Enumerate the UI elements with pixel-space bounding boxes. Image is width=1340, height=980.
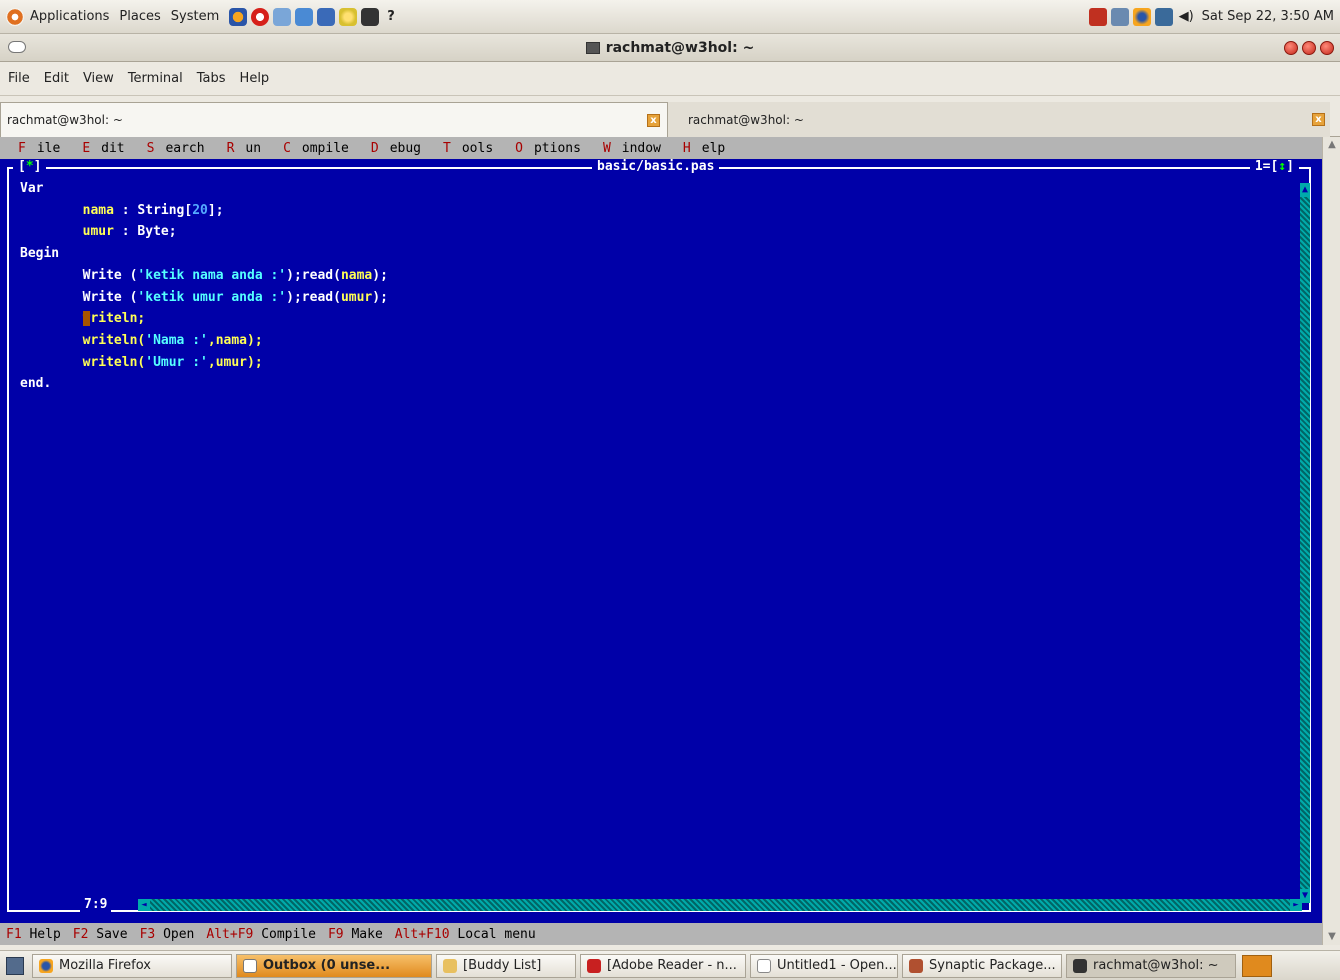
top-panel: Applications Places System ? ◀) Sat Sep …: [0, 0, 1340, 34]
editor-frame-top: [*] basic/basic.pas 1=[↕]: [7, 159, 1311, 175]
bottom-taskbar: Mozilla Firefox Outbox (0 unse... [Buddy…: [0, 950, 1340, 980]
tab-label: rachmat@w3hol: ~: [7, 113, 123, 127]
editor-close-box[interactable]: [*]: [13, 159, 47, 175]
wifi-icon[interactable]: [339, 7, 358, 26]
document-icon: [757, 958, 771, 973]
ide-menu-edit[interactable]: Edit: [82, 141, 135, 156]
menu-help[interactable]: Help: [240, 71, 270, 86]
workspace-switcher[interactable]: [1242, 954, 1272, 977]
terminal-scrollbar[interactable]: ▲ ▼: [1322, 137, 1340, 945]
terminal-icon[interactable]: [361, 7, 380, 26]
computer-tray-icon[interactable]: [1154, 7, 1173, 26]
ide-menu-window[interactable]: Window: [603, 141, 672, 156]
terminal-icon: [1073, 958, 1087, 973]
terminal-menubar: File Edit View Terminal Tabs Help: [0, 62, 1340, 96]
scroll-up-arrow-icon[interactable]: ▲: [1300, 183, 1310, 197]
volume-icon[interactable]: ◀): [1179, 9, 1194, 24]
scroll-left-arrow-icon[interactable]: ◄: [138, 899, 150, 911]
fpc-ide: File Edit Search Run Compile Debug Tools…: [0, 137, 1322, 945]
mail-icon: [243, 958, 257, 973]
scroll-right-arrow-icon[interactable]: ►: [1290, 899, 1302, 911]
adobe-reader-icon: [587, 958, 601, 973]
code-editor[interactable]: Var nama : String[20]; umur : Byte; Begi…: [20, 178, 388, 395]
editor-horizontal-scrollbar[interactable]: ◄ ►: [138, 899, 1302, 911]
terminal-tabbar: rachmat@w3hol: ~ x rachmat@w3hol: ~ x: [0, 96, 1340, 137]
system-menu[interactable]: System: [171, 9, 219, 24]
network-icon[interactable]: [273, 7, 292, 26]
ide-menu-run[interactable]: Run: [227, 141, 272, 156]
menu-terminal[interactable]: Terminal: [128, 71, 183, 86]
synaptic-icon: [909, 958, 923, 973]
help-icon[interactable]: ?: [387, 9, 395, 24]
scroll-down-icon[interactable]: ▼: [1326, 931, 1338, 943]
network-tray-icon[interactable]: [1110, 7, 1129, 26]
tab-close-icon[interactable]: x: [1312, 113, 1325, 126]
opera-icon[interactable]: [251, 7, 270, 26]
ide-menu-tools[interactable]: Tools: [443, 141, 504, 156]
ide-menu-debug[interactable]: Debug: [371, 141, 432, 156]
system-tray: ◀) Sat Sep 22, 3:50 AM: [1085, 7, 1334, 26]
close-button[interactable]: [1320, 41, 1334, 55]
cursor-position: 7:9: [80, 897, 112, 913]
pidgin-icon: [443, 958, 457, 973]
terminal-title-icon: [585, 41, 600, 54]
ide-statusbar: F1 Help F2 Save F3 Open Alt+F9 Compile F…: [0, 923, 1322, 945]
editor-window-number[interactable]: 1=[↕]: [1249, 159, 1299, 175]
tab-1[interactable]: rachmat@w3hol: ~ x: [0, 102, 668, 137]
status-save[interactable]: F2 Save: [73, 927, 128, 942]
task-synaptic[interactable]: Synaptic Package...: [902, 953, 1062, 978]
status-compile[interactable]: Alt+F9 Compile: [206, 927, 316, 942]
status-open[interactable]: F3 Open: [140, 927, 195, 942]
status-help[interactable]: F1 Help: [6, 927, 61, 942]
zoom-icon: ↕: [1278, 159, 1287, 174]
shield-icon[interactable]: [317, 7, 336, 26]
task-outbox[interactable]: Outbox (0 unse...: [236, 953, 432, 978]
menu-view[interactable]: View: [83, 71, 114, 86]
firefox-icon[interactable]: [229, 7, 248, 26]
editor-filename: basic/basic.pas: [592, 159, 720, 175]
ide-menu-options[interactable]: Options: [515, 141, 592, 156]
ide-menu-search[interactable]: Search: [147, 141, 216, 156]
ide-menu-file[interactable]: File: [18, 141, 71, 156]
maximize-button[interactable]: [1302, 41, 1316, 55]
tab-label: rachmat@w3hol: ~: [688, 112, 804, 127]
applications-menu[interactable]: Applications: [30, 9, 109, 24]
firefox-tray-icon[interactable]: [1132, 7, 1151, 26]
menu-file[interactable]: File: [8, 71, 30, 86]
status-local-menu[interactable]: Alt+F10 Local menu: [395, 927, 536, 942]
clock[interactable]: Sat Sep 22, 3:50 AM: [1202, 9, 1334, 24]
editor-vertical-scrollbar[interactable]: ▲ ▼: [1300, 183, 1310, 903]
menu-edit[interactable]: Edit: [44, 71, 69, 86]
firefox-icon: [39, 958, 53, 973]
window-titlebar[interactable]: rachmat@w3hol: ~: [0, 34, 1340, 62]
notes-icon[interactable]: [295, 7, 314, 26]
status-make[interactable]: F9 Make: [328, 927, 383, 942]
ide-menu-help[interactable]: Help: [683, 141, 736, 156]
scroll-up-icon[interactable]: ▲: [1326, 139, 1338, 151]
places-menu[interactable]: Places: [119, 9, 160, 24]
task-adobe-reader[interactable]: [Adobe Reader - n...: [580, 953, 746, 978]
update-icon[interactable]: [1088, 7, 1107, 26]
tab-2[interactable]: rachmat@w3hol: ~ x: [668, 102, 1330, 137]
show-desktop-icon[interactable]: [6, 956, 24, 975]
task-firefox[interactable]: Mozilla Firefox: [32, 953, 232, 978]
task-untitled-doc[interactable]: Untitled1 - Open...: [750, 953, 898, 978]
tab-close-icon[interactable]: x: [647, 114, 660, 127]
task-buddy-list[interactable]: [Buddy List]: [436, 953, 576, 978]
ide-menubar: File Edit Search Run Compile Debug Tools…: [0, 137, 1322, 159]
minimize-button[interactable]: [1284, 41, 1298, 55]
ubuntu-logo-icon[interactable]: [6, 7, 24, 26]
ide-menu-compile[interactable]: Compile: [283, 141, 360, 156]
menu-tabs[interactable]: Tabs: [197, 71, 226, 86]
window-menu-button[interactable]: [8, 41, 26, 53]
task-terminal[interactable]: rachmat@w3hol: ~: [1066, 953, 1236, 978]
window-title: rachmat@w3hol: ~: [605, 39, 755, 56]
